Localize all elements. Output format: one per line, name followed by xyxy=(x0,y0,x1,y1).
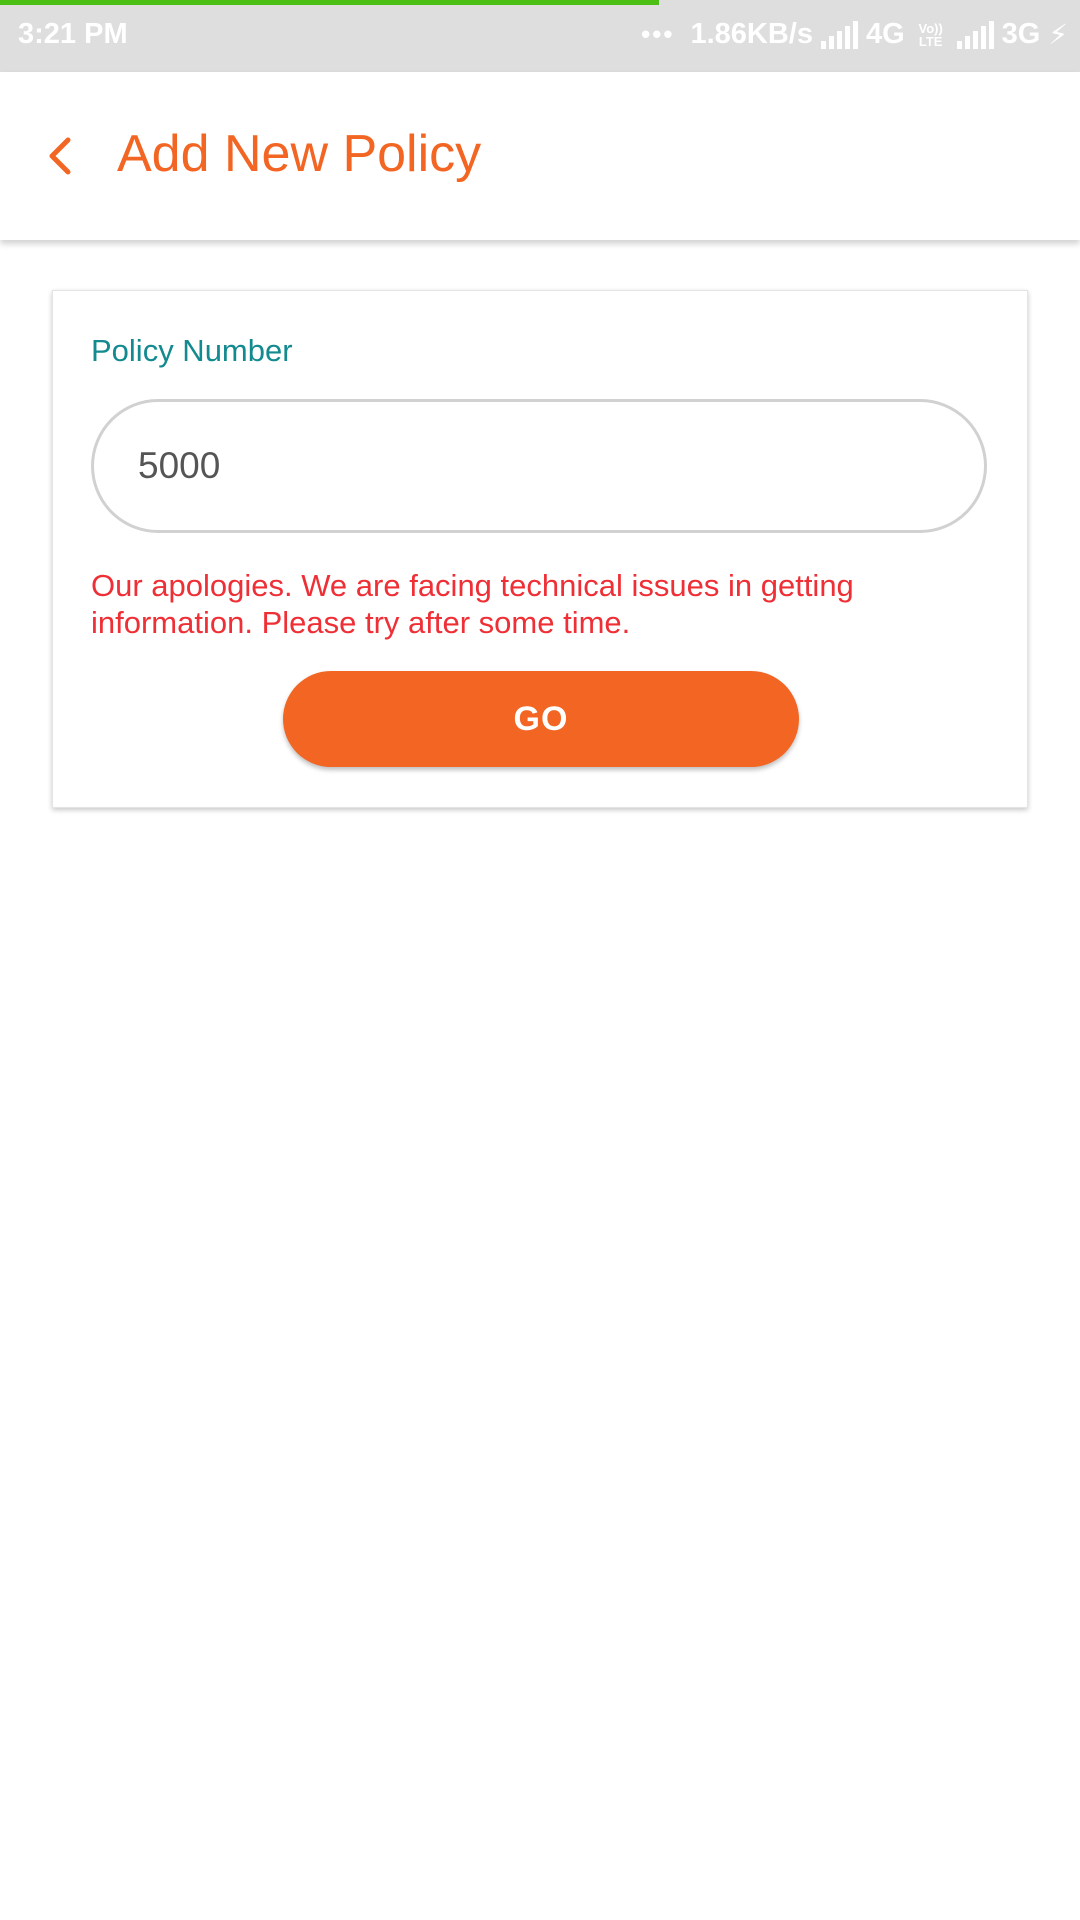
network-speed: 1.86KB/s xyxy=(690,18,813,50)
go-button[interactable]: GO xyxy=(283,671,799,767)
signal-strength-secondary-icon xyxy=(956,20,994,49)
volte-top-text: Vo)) xyxy=(918,20,943,36)
volte-bottom-text: LTE xyxy=(918,33,943,49)
policy-number-label: Policy Number xyxy=(91,333,293,368)
policy-number-input[interactable] xyxy=(91,399,987,533)
charging-icon: ⚡ xyxy=(1048,19,1068,50)
volte-icon: Vo)) LTE xyxy=(913,22,949,48)
policy-card: Policy Number Our apologies. We are faci… xyxy=(52,290,1028,808)
notification-dots-icon: ••• xyxy=(641,19,675,49)
signal-strength-icon xyxy=(820,20,858,49)
error-message: Our apologies. We are facing technical i… xyxy=(91,568,854,640)
network-type-primary: 4G xyxy=(865,18,905,50)
loading-progress-bar xyxy=(0,0,659,5)
page-title: Add New Policy xyxy=(117,125,482,183)
status-time: 3:21 PM xyxy=(18,18,128,50)
status-bar: 3:21 PM ••• 1.86KB/s 4G Vo)) LTE 3G ⚡ xyxy=(0,0,1080,72)
app-bar: Add New Policy xyxy=(0,72,1080,240)
network-type-secondary: 3G xyxy=(1001,18,1041,50)
status-indicators: ••• 1.86KB/s 4G Vo)) LTE 3G ⚡ xyxy=(641,18,1068,51)
chevron-left-icon[interactable] xyxy=(40,128,84,184)
